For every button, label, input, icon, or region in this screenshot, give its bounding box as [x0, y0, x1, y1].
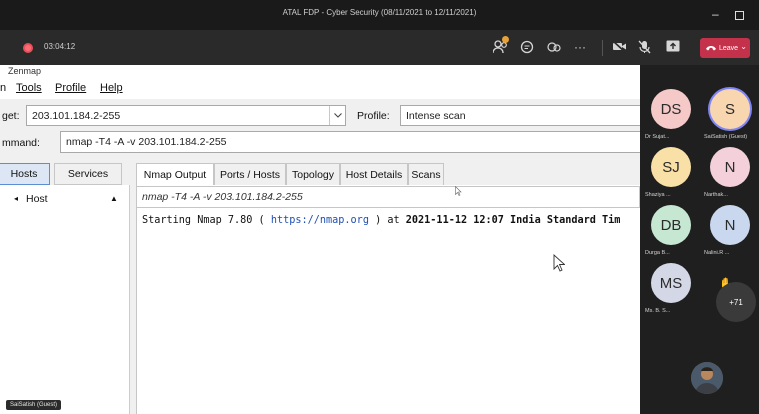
- participant-name: Ms. B. S...: [645, 308, 671, 314]
- participant-tile[interactable]: MS Ms. B. S...: [643, 263, 698, 321]
- command-input[interactable]: nmap -T4 -A -v 203.101.184.2-255: [60, 131, 640, 153]
- tab-nmap-output[interactable]: Nmap Output: [136, 163, 214, 185]
- participant-name: Dr Sujat...: [645, 134, 670, 140]
- window-titlebar: ATAL FDP - Cyber Security (08/11/2021 to…: [0, 0, 759, 30]
- menu-bar: n Tools Profile Help: [0, 79, 640, 99]
- self-video-avatar[interactable]: [691, 362, 723, 394]
- menu-help[interactable]: Help: [100, 82, 123, 94]
- participants-panel: DS Dr Sujat... S SaiSatish (Guest) SJ Shaziya…: [640, 65, 759, 414]
- command-value: nmap -T4 -A -v 203.101.184.2-255: [66, 136, 227, 148]
- tab-host-details[interactable]: Host Details: [340, 163, 408, 185]
- shared-screen: Zenmap n Tools Profile Help get: 203.101…: [0, 65, 640, 414]
- tab-services[interactable]: Services: [54, 163, 122, 185]
- participant-tile[interactable]: DB Durga B...: [643, 205, 698, 263]
- meeting-timer: 03:04:12: [44, 42, 76, 51]
- more-icon[interactable]: ···: [574, 40, 586, 54]
- avatar: MS: [651, 263, 691, 303]
- mouse-cursor-icon: [455, 186, 462, 196]
- sort-icon: ◂: [14, 194, 19, 203]
- output-command-box[interactable]: nmap -T4 -A -v 203.101.184.2-255: [136, 186, 640, 208]
- meeting-toolbar: 03:04:12 ··· Leave ⌄: [0, 30, 759, 65]
- target-label: get:: [2, 110, 20, 122]
- chevron-down-icon[interactable]: [329, 106, 345, 125]
- more-participants[interactable]: +71: [716, 282, 756, 322]
- tab-topology[interactable]: Topology: [286, 163, 340, 185]
- target-combobox[interactable]: 203.101.184.2-255: [26, 105, 346, 126]
- participant-name: Durga B...: [645, 250, 670, 256]
- avatar: N: [710, 205, 750, 245]
- mouse-pointer-icon: [553, 254, 565, 272]
- menu-tools[interactable]: Tools: [16, 82, 42, 94]
- sort-arrow-icon: ▲: [110, 194, 118, 203]
- participant-tile[interactable]: SJ Shaziya ...: [643, 147, 698, 205]
- output-url: https://nmap.org: [270, 215, 369, 226]
- reactions-icon[interactable]: [547, 40, 561, 57]
- participant-name: Shaziya ...: [645, 192, 671, 198]
- participant-tile[interactable]: N Nalini.R ...: [702, 205, 757, 263]
- menu-scan[interactable]: n: [0, 82, 6, 94]
- profile-combobox[interactable]: Intense scan: [400, 105, 640, 126]
- window-title: ATAL FDP - Cyber Security (08/11/2021 to…: [282, 8, 477, 17]
- menu-tools-label: Tools: [16, 82, 42, 94]
- presenter-name-tag: SaiSatish (Guest): [6, 400, 62, 410]
- profile-label: Profile:: [357, 110, 390, 122]
- avatar: DS: [651, 89, 691, 129]
- participant-tile[interactable]: DS Dr Sujat...: [643, 89, 698, 147]
- output-command: nmap -T4 -A -v 203.101.184.2-255: [142, 191, 303, 203]
- participant-name: SaiSatish (Guest): [704, 134, 748, 140]
- avatar: S: [710, 89, 750, 129]
- output-timestamp: 2021-11-12 12:07 India Standard Tim: [405, 215, 621, 226]
- maximize-icon[interactable]: [735, 11, 744, 20]
- avatar: SJ: [651, 147, 691, 187]
- menu-profile-label: Profile: [55, 82, 87, 94]
- tab-ports-hosts[interactable]: Ports / Hosts: [214, 163, 286, 185]
- host-header-label: Host: [26, 193, 48, 205]
- tab-scans[interactable]: Scans: [408, 163, 444, 185]
- menu-help-label: Help: [100, 82, 123, 94]
- recording-icon: [23, 43, 33, 53]
- participant-tile[interactable]: S SaiSatish (Guest): [702, 89, 757, 147]
- zenmap-title: Zenmap: [0, 65, 640, 79]
- camera-off-icon[interactable]: [612, 40, 627, 56]
- participant-name: Narthak...: [704, 192, 728, 198]
- leave-button[interactable]: Leave ⌄: [700, 38, 750, 58]
- avatar: DB: [651, 205, 691, 245]
- participant-name: Nalini.R ...: [704, 250, 730, 256]
- mic-off-icon[interactable]: [638, 40, 651, 57]
- share-icon[interactable]: [666, 40, 680, 55]
- output-prefix: Starting Nmap 7.80 (: [142, 215, 271, 226]
- notification-badge: [502, 36, 509, 43]
- minimize-icon[interactable]: –: [712, 7, 719, 21]
- phone-icon: [706, 46, 716, 51]
- toolbar-divider: [602, 40, 603, 56]
- participant-tile[interactable]: N Narthak...: [702, 147, 757, 205]
- nmap-output-line: Starting Nmap 7.80 ( https://nmap.org ) …: [142, 215, 620, 226]
- tab-hosts[interactable]: Hosts: [0, 163, 50, 185]
- avatar: N: [710, 147, 750, 187]
- menu-profile[interactable]: Profile: [55, 82, 86, 94]
- chevron-down-icon[interactable]: ⌄: [740, 42, 747, 51]
- profile-value: Intense scan: [406, 109, 466, 122]
- leave-label: Leave: [719, 44, 739, 52]
- output-suffix: ) at: [368, 215, 406, 226]
- target-value: 203.101.184.2-255: [32, 109, 121, 122]
- host-list[interactable]: ◂ Host ▲: [0, 185, 130, 414]
- chat-icon[interactable]: [520, 40, 534, 57]
- command-label: mmand:: [2, 137, 40, 149]
